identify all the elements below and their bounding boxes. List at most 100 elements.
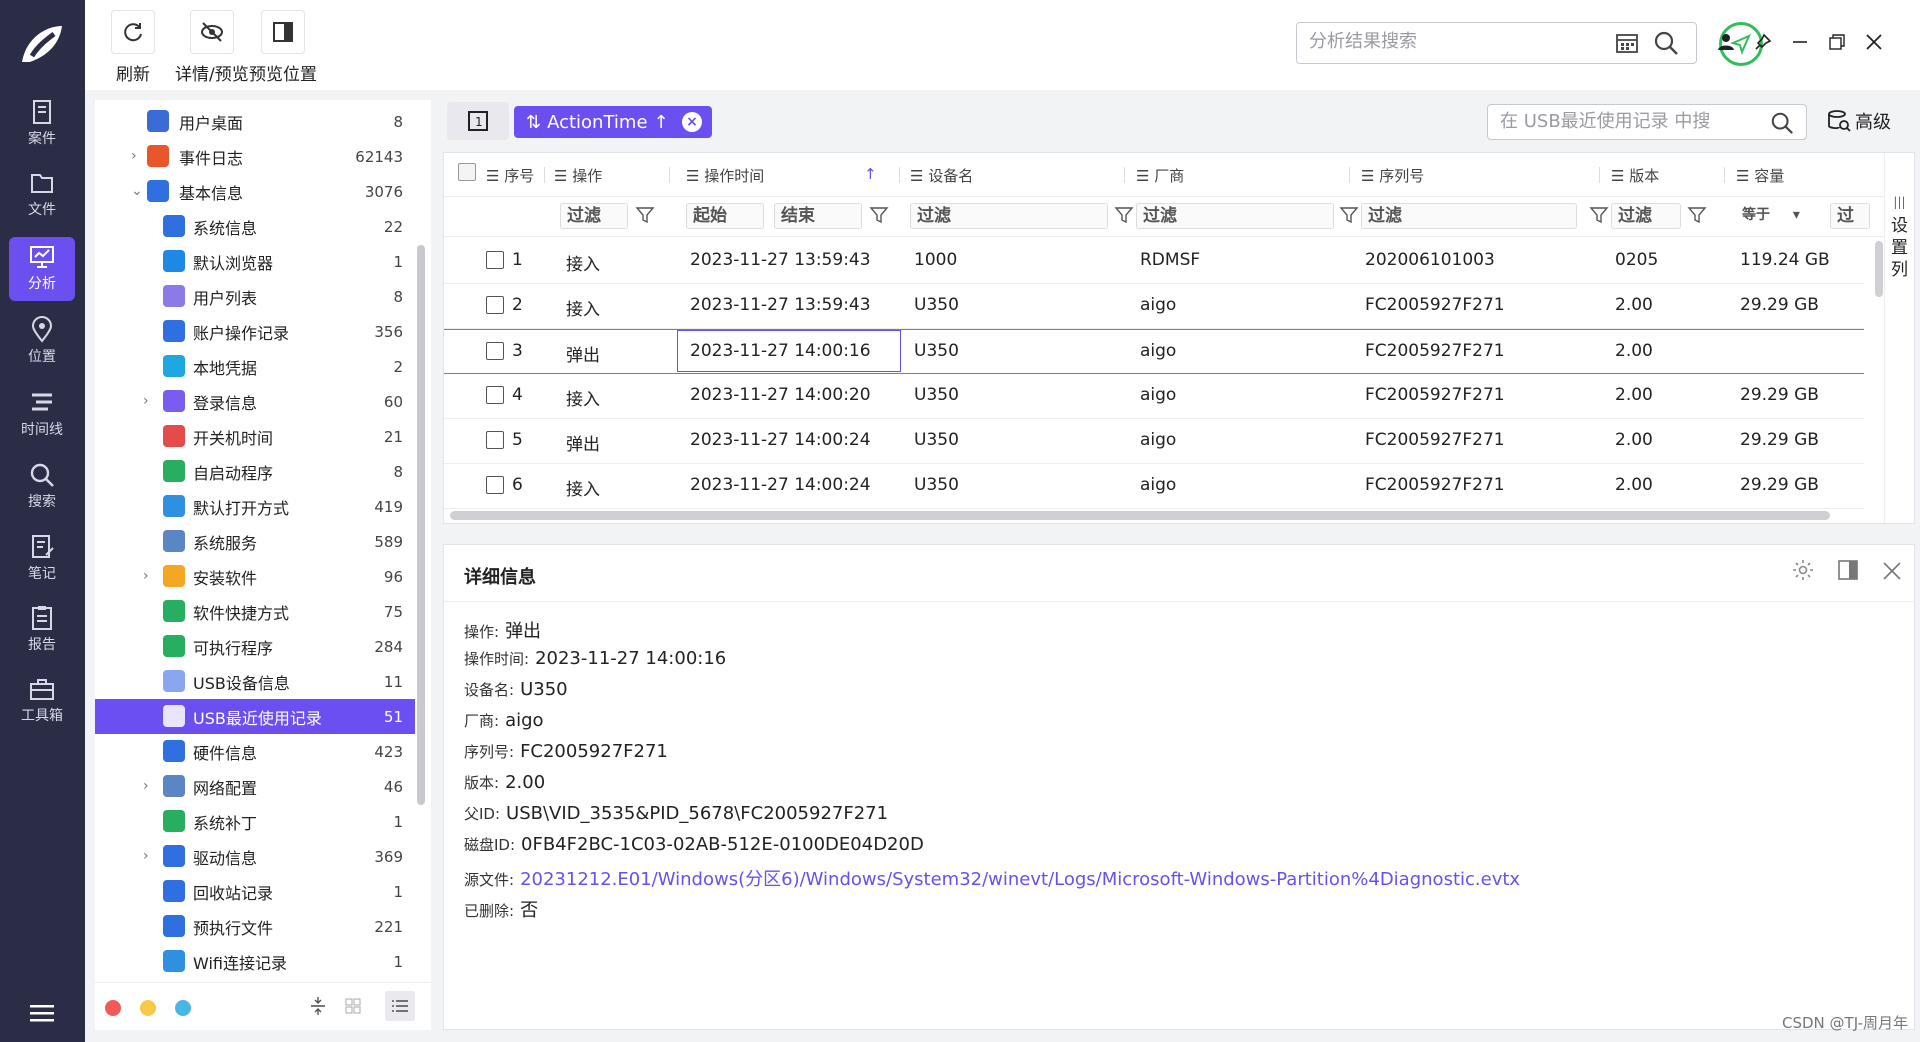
yellow-dot[interactable] <box>140 1000 156 1016</box>
minimize-icon[interactable] <box>1788 30 1812 54</box>
user-icon[interactable] <box>1714 30 1738 54</box>
cell-action[interactable]: 接入 <box>566 385 600 410</box>
list-view-icon[interactable] <box>385 991 415 1021</box>
row-checkbox[interactable] <box>486 386 504 404</box>
filter-icon[interactable] <box>1589 205 1609 225</box>
cell-capacity[interactable]: 29.29 GB <box>1740 385 1819 405</box>
column-settings-button[interactable]: ||| 设置列 <box>1884 153 1914 523</box>
tree-item[interactable]: › 登录信息 60 <box>95 384 415 419</box>
select-all-checkbox[interactable] <box>458 163 476 185</box>
cell-capacity[interactable]: 29.29 GB <box>1740 430 1819 450</box>
nav-item-note[interactable]: 笔记 <box>9 527 75 591</box>
table-search-input[interactable] <box>1500 111 1750 132</box>
header-version[interactable]: ☰ 版本 <box>1611 165 1659 186</box>
row-checkbox[interactable] <box>486 476 504 494</box>
column-divider[interactable] <box>1124 167 1125 183</box>
column-divider[interactable] <box>899 167 900 183</box>
search-icon[interactable] <box>1653 30 1679 56</box>
tree-item[interactable]: › 事件日志 62143 <box>95 139 415 174</box>
tree-item[interactable]: Wifi连接记录 1 <box>95 944 415 979</box>
tree-item[interactable]: 默认打开方式 419 <box>95 489 415 524</box>
filter-icon[interactable] <box>635 205 655 225</box>
table-search-box[interactable] <box>1487 104 1807 140</box>
cell-action[interactable]: 接入 <box>566 295 600 320</box>
remove-sort-icon[interactable]: × <box>682 112 702 132</box>
red-dot[interactable] <box>105 1000 121 1016</box>
pin-icon[interactable] <box>1751 30 1775 54</box>
tree-item[interactable]: 系统服务 589 <box>95 524 415 559</box>
header-action-time[interactable]: ☰ 操作时间 <box>686 165 764 186</box>
header-action[interactable]: ☰ 操作 <box>554 165 602 186</box>
header-serial[interactable]: ☰ 序列号 <box>1361 165 1424 186</box>
device-filter-input[interactable]: 过滤 <box>910 203 1108 229</box>
capacity-operator-select[interactable]: 等于 ▾ <box>1736 203 1812 229</box>
tree-item[interactable]: 软件快捷方式 75 <box>95 594 415 629</box>
tree-item[interactable]: › 网络配置 46 <box>95 769 415 804</box>
column-divider[interactable] <box>1349 167 1350 183</box>
source-file-link[interactable]: 20231212.E01/Windows(分区6)/Windows/System… <box>520 869 1520 890</box>
tree-item[interactable]: USB最近使用记录 51 <box>95 699 415 734</box>
header-index[interactable]: ☰ 序号 <box>486 165 534 186</box>
refresh-button[interactable]: 刷新 <box>111 10 155 85</box>
filter-icon[interactable] <box>1339 205 1359 225</box>
close-icon[interactable] <box>1862 30 1886 54</box>
tree-item[interactable]: › 安装软件 96 <box>95 559 415 594</box>
restore-icon[interactable] <box>1825 30 1849 54</box>
row-checkbox[interactable] <box>486 431 504 449</box>
cell-device[interactable]: U350 <box>914 430 959 450</box>
vendor-filter-input[interactable]: 过滤 <box>1136 203 1334 229</box>
advanced-search-button[interactable]: 高级 <box>1827 108 1891 134</box>
nav-item-case[interactable]: 案件 <box>9 92 75 156</box>
tree-item[interactable]: ⌄ 基本信息 3076 <box>95 174 415 209</box>
calendar-icon[interactable] <box>1615 31 1639 55</box>
blue-dot[interactable] <box>175 1000 191 1016</box>
sort-chip[interactable]: ⇅ ActionTime ↑ × <box>514 106 712 138</box>
cell-vendor[interactable]: aigo <box>1140 475 1176 495</box>
capacity-filter-input[interactable]: 过滤 <box>1830 203 1870 229</box>
cell-action[interactable]: 弹出 <box>566 430 600 455</box>
nav-item-search[interactable]: 搜索 <box>9 455 75 519</box>
table-row[interactable]: 2 接入 2023-11-27 13:59:43 U350 aigo FC2005927F… <box>444 284 1864 329</box>
nav-item-timeline[interactable]: 时间线 <box>9 383 75 447</box>
cell-vendor[interactable]: aigo <box>1140 341 1176 361</box>
nav-item-analysis[interactable]: 分析 <box>9 237 75 301</box>
cell-action[interactable]: 接入 <box>566 475 600 500</box>
tree-item[interactable]: 开关机时间 21 <box>95 419 415 454</box>
cell-time[interactable]: 2023-11-27 13:59:43 <box>690 250 871 270</box>
nav-item-toolbox[interactable]: 工具箱 <box>9 669 75 733</box>
version-filter-input[interactable]: 过滤 <box>1611 203 1681 229</box>
table-horizontal-scrollbar[interactable] <box>450 511 1830 520</box>
cell-device[interactable]: 1000 <box>914 250 957 270</box>
cell-serial[interactable]: FC2005927F271 <box>1365 385 1505 405</box>
cell-device[interactable]: U350 <box>914 475 959 495</box>
expand-chevron-icon[interactable]: › <box>143 569 157 583</box>
expand-chevron-icon[interactable]: › <box>143 779 157 793</box>
time-end-filter-input[interactable]: 结束 <box>774 203 862 229</box>
column-divider[interactable] <box>669 167 670 183</box>
cell-device[interactable]: U350 <box>914 385 959 405</box>
cell-version[interactable]: 2.00 <box>1615 295 1653 315</box>
tree-item[interactable]: › 驱动信息 369 <box>95 839 415 874</box>
analysis-search-input[interactable] <box>1309 31 1609 52</box>
cell-version[interactable]: 2.00 <box>1615 385 1653 405</box>
cell-vendor[interactable]: aigo <box>1140 385 1176 405</box>
header-vendor[interactable]: ☰ 厂商 <box>1136 165 1184 186</box>
cell-vendor[interactable]: aigo <box>1140 430 1176 450</box>
cell-serial[interactable]: FC2005927F271 <box>1365 430 1505 450</box>
header-capacity[interactable]: ☰ 容量 <box>1736 165 1784 186</box>
cell-version[interactable]: 0205 <box>1615 250 1658 270</box>
settings-gear-icon[interactable] <box>1792 559 1814 581</box>
cell-action[interactable]: 接入 <box>566 250 600 275</box>
preview-position-button[interactable]: 预览位置 <box>249 10 317 85</box>
cell-vendor[interactable]: aigo <box>1140 295 1176 315</box>
cell-time[interactable]: 2023-11-27 14:00:24 <box>690 430 871 450</box>
tree-item[interactable]: 用户桌面 8 <box>95 104 415 139</box>
tree-item[interactable]: 系统补丁 1 <box>95 804 415 839</box>
column-divider[interactable] <box>1599 167 1600 183</box>
cell-capacity[interactable]: 119.24 GB <box>1740 250 1830 270</box>
serial-filter-input[interactable]: 过滤 <box>1361 203 1577 229</box>
table-search-icon[interactable] <box>1770 111 1794 135</box>
tree-item[interactable]: 本地凭据 2 <box>95 349 415 384</box>
row-checkbox[interactable] <box>486 342 504 360</box>
tree-item[interactable]: 硬件信息 423 <box>95 734 415 769</box>
